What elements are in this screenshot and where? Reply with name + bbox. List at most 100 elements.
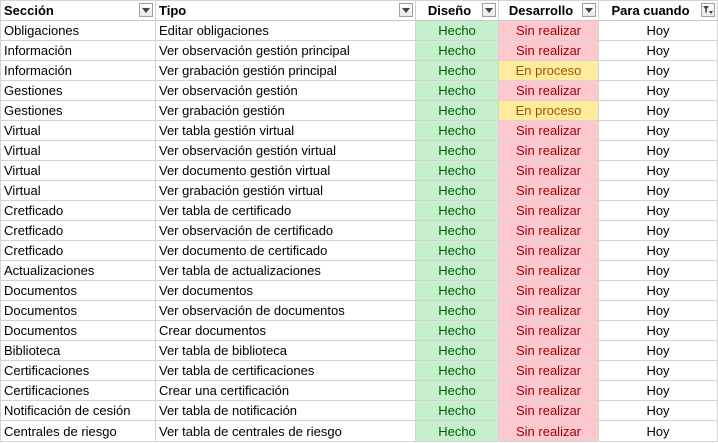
cell-desarrollo[interactable]: En proceso [498,60,599,81]
cell-para-cuando[interactable]: Hoy [598,260,718,281]
cell-tipo[interactable]: Editar obligaciones [155,20,416,41]
cell-para-cuando[interactable]: Hoy [598,80,718,101]
cell-diseno[interactable]: Hecho [415,100,499,121]
cell-seccion[interactable]: Biblioteca [0,340,156,361]
cell-desarrollo[interactable]: Sin realizar [498,180,599,201]
cell-seccion[interactable]: Cretficado [0,200,156,221]
cell-para-cuando[interactable]: Hoy [598,360,718,381]
cell-seccion[interactable]: Información [0,60,156,81]
header-tipo[interactable]: Tipo [155,0,416,21]
cell-desarrollo[interactable]: Sin realizar [498,200,599,221]
cell-seccion[interactable]: Actualizaciones [0,260,156,281]
dropdown-arrow-icon[interactable] [582,3,596,17]
cell-desarrollo[interactable]: Sin realizar [498,160,599,181]
cell-para-cuando[interactable]: Hoy [598,280,718,301]
cell-tipo[interactable]: Crear documentos [155,320,416,341]
cell-seccion[interactable]: Documentos [0,300,156,321]
cell-desarrollo[interactable]: Sin realizar [498,340,599,361]
cell-seccion[interactable]: Cretficado [0,240,156,261]
cell-desarrollo[interactable]: Sin realizar [498,280,599,301]
cell-tipo[interactable]: Ver tabla de biblioteca [155,340,416,361]
cell-seccion[interactable]: Virtual [0,140,156,161]
cell-tipo[interactable]: Ver documento gestión virtual [155,160,416,181]
cell-desarrollo[interactable]: Sin realizar [498,80,599,101]
cell-diseno[interactable]: Hecho [415,340,499,361]
cell-para-cuando[interactable]: Hoy [598,420,718,442]
cell-tipo[interactable]: Ver tabla de certificaciones [155,360,416,381]
cell-para-cuando[interactable]: Hoy [598,20,718,41]
cell-tipo[interactable]: Ver tabla de centrales de riesgo [155,420,416,442]
cell-seccion[interactable]: Obligaciones [0,20,156,41]
cell-desarrollo[interactable]: Sin realizar [498,420,599,442]
cell-diseno[interactable]: Hecho [415,240,499,261]
cell-diseno[interactable]: Hecho [415,60,499,81]
cell-seccion[interactable]: Gestiones [0,100,156,121]
cell-para-cuando[interactable]: Hoy [598,320,718,341]
cell-tipo[interactable]: Ver tabla de actualizaciones [155,260,416,281]
cell-para-cuando[interactable]: Hoy [598,300,718,321]
cell-seccion[interactable]: Virtual [0,120,156,141]
cell-para-cuando[interactable]: Hoy [598,160,718,181]
cell-para-cuando[interactable]: Hoy [598,100,718,121]
cell-para-cuando[interactable]: Hoy [598,340,718,361]
cell-para-cuando[interactable]: Hoy [598,400,718,421]
cell-diseno[interactable]: Hecho [415,20,499,41]
dropdown-arrow-icon[interactable] [139,3,153,17]
cell-diseno[interactable]: Hecho [415,80,499,101]
cell-desarrollo[interactable]: Sin realizar [498,360,599,381]
header-diseno[interactable]: Diseño [415,0,499,21]
dropdown-arrow-icon[interactable] [482,3,496,17]
cell-tipo[interactable]: Ver tabla de notificación [155,400,416,421]
cell-diseno[interactable]: Hecho [415,260,499,281]
cell-desarrollo[interactable]: Sin realizar [498,380,599,401]
header-para-cuando[interactable]: Para cuando [598,0,718,21]
cell-para-cuando[interactable]: Hoy [598,380,718,401]
cell-diseno[interactable]: Hecho [415,40,499,61]
cell-seccion[interactable]: Certificaciones [0,380,156,401]
cell-seccion[interactable]: Documentos [0,280,156,301]
header-seccion[interactable]: Sección [0,0,156,21]
cell-tipo[interactable]: Ver documentos [155,280,416,301]
cell-diseno[interactable]: Hecho [415,380,499,401]
cell-tipo[interactable]: Ver observación de documentos [155,300,416,321]
cell-tipo[interactable]: Ver tabla de certificado [155,200,416,221]
cell-desarrollo[interactable]: Sin realizar [498,220,599,241]
cell-diseno[interactable]: Hecho [415,220,499,241]
cell-tipo[interactable]: Ver observación gestión principal [155,40,416,61]
dropdown-arrow-icon[interactable] [399,3,413,17]
cell-desarrollo[interactable]: Sin realizar [498,300,599,321]
cell-diseno[interactable]: Hecho [415,180,499,201]
cell-para-cuando[interactable]: Hoy [598,40,718,61]
cell-seccion[interactable]: Virtual [0,180,156,201]
cell-diseno[interactable]: Hecho [415,120,499,141]
cell-seccion[interactable]: Certificaciones [0,360,156,381]
cell-tipo[interactable]: Ver observación gestión [155,80,416,101]
cell-desarrollo[interactable]: En proceso [498,100,599,121]
cell-seccion[interactable]: Documentos [0,320,156,341]
cell-tipo[interactable]: Ver grabación gestión [155,100,416,121]
cell-tipo[interactable]: Ver grabación gestión virtual [155,180,416,201]
cell-para-cuando[interactable]: Hoy [598,240,718,261]
cell-tipo[interactable]: Ver documento de certificado [155,240,416,261]
cell-desarrollo[interactable]: Sin realizar [498,120,599,141]
cell-diseno[interactable]: Hecho [415,360,499,381]
cell-seccion[interactable]: Información [0,40,156,61]
cell-para-cuando[interactable]: Hoy [598,120,718,141]
cell-seccion[interactable]: Centrales de riesgo [0,420,156,442]
cell-diseno[interactable]: Hecho [415,160,499,181]
cell-desarrollo[interactable]: Sin realizar [498,40,599,61]
cell-seccion[interactable]: Cretficado [0,220,156,241]
cell-seccion[interactable]: Virtual [0,160,156,181]
cell-desarrollo[interactable]: Sin realizar [498,20,599,41]
header-desarrollo[interactable]: Desarrollo [498,0,599,21]
cell-desarrollo[interactable]: Sin realizar [498,260,599,281]
cell-desarrollo[interactable]: Sin realizar [498,240,599,261]
cell-diseno[interactable]: Hecho [415,420,499,442]
cell-para-cuando[interactable]: Hoy [598,220,718,241]
cell-tipo[interactable]: Ver grabación gestión principal [155,60,416,81]
cell-tipo[interactable]: Ver observación gestión virtual [155,140,416,161]
cell-desarrollo[interactable]: Sin realizar [498,320,599,341]
cell-tipo[interactable]: Crear una certificación [155,380,416,401]
cell-tipo[interactable]: Ver observación de certificado [155,220,416,241]
cell-diseno[interactable]: Hecho [415,300,499,321]
